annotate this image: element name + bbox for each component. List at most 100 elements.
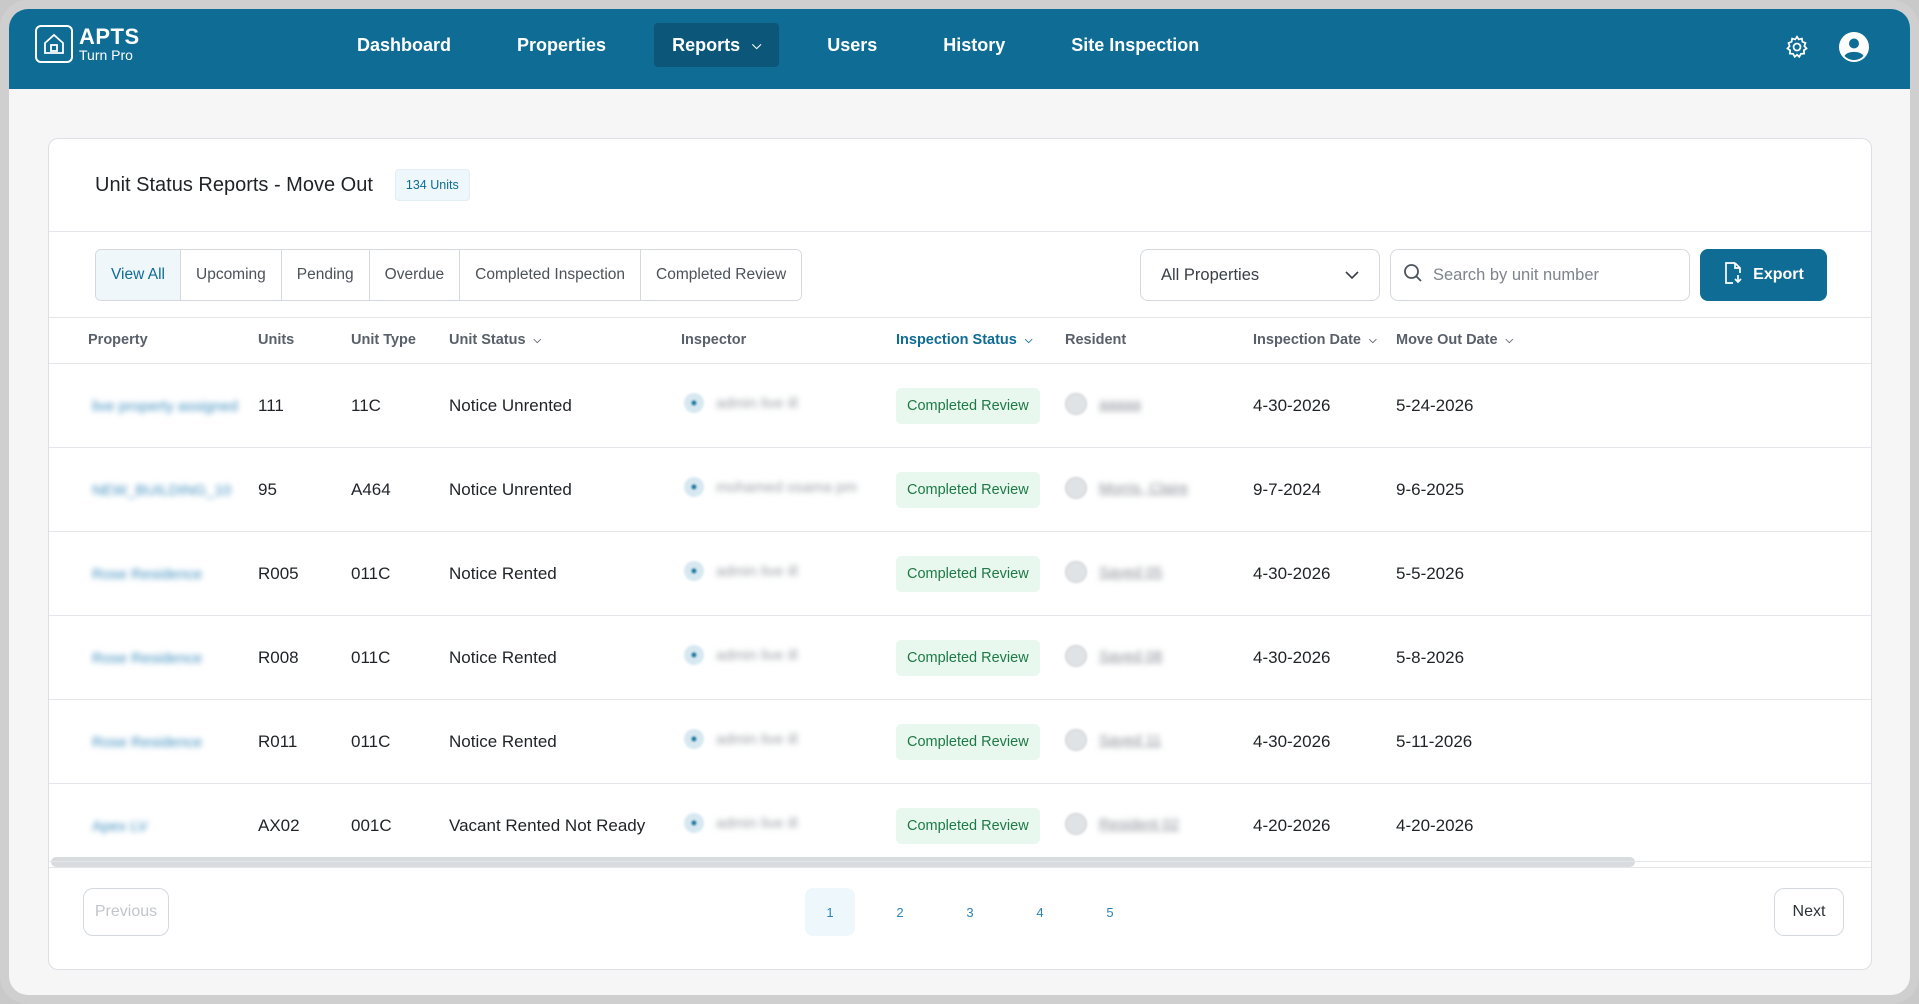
unit-status: Notice Rented: [449, 564, 557, 583]
unit-status: Vacant Rented Not Ready: [449, 816, 646, 835]
status-filter-tabs: View All Upcoming Pending Overdue Comple…: [95, 249, 803, 301]
resident-avatar-icon: [1065, 645, 1087, 667]
inspector-cell: ● admin live ill: [684, 645, 798, 665]
nav-history[interactable]: History: [925, 23, 1023, 67]
export-file-icon: [1723, 261, 1743, 289]
unit-number: 111: [258, 396, 284, 415]
inspector-name: admin live ill: [716, 730, 798, 748]
table-row[interactable]: Rose Residence R005 011C Notice Rented ● admi…: [49, 532, 1871, 616]
property-select[interactable]: All Properties: [1140, 249, 1380, 301]
inspector-user-icon: ●: [684, 729, 704, 749]
col-move-out-date[interactable]: Move Out Date ⌵: [1396, 332, 1513, 348]
table-row[interactable]: Rose Residence R011 011C Notice Rented ● admi…: [49, 700, 1871, 784]
table-row[interactable]: live property assigned 111 11C Notice Unren…: [49, 364, 1871, 448]
inspection-status-badge: Completed Review: [896, 724, 1040, 760]
filter-upcoming[interactable]: Upcoming: [181, 250, 282, 300]
filter-view-all[interactable]: View All: [96, 250, 181, 300]
move-out-date: 9-6-2025: [1396, 480, 1465, 499]
inspection-date: 4-30-2026: [1253, 564, 1331, 583]
inspector-user-icon: ●: [684, 645, 704, 665]
inspector-name: admin live ill: [716, 394, 798, 412]
move-out-date: 4-20-2026: [1396, 816, 1474, 835]
property-link[interactable]: Rose Residence: [92, 734, 202, 751]
col-inspector: Inspector: [681, 332, 746, 348]
col-property: Property: [88, 332, 148, 348]
page-3[interactable]: 3: [945, 888, 995, 936]
inspection-date: 4-30-2026: [1253, 396, 1331, 415]
chevron-down-icon: ⌵: [752, 37, 762, 52]
previous-button[interactable]: Previous: [83, 888, 169, 936]
property-link[interactable]: Apex LV: [92, 818, 148, 835]
col-unit-type-label: Unit Type: [351, 332, 416, 348]
inspection-date: 4-30-2026: [1253, 732, 1331, 751]
property-link[interactable]: Rose Residence: [92, 566, 202, 583]
page-1[interactable]: 1: [805, 888, 855, 936]
property-link[interactable]: NEW_BUILDING_10: [92, 482, 231, 499]
col-property-label: Property: [88, 332, 148, 348]
col-inspection-status[interactable]: Inspection Status ⌵: [896, 332, 1032, 348]
nav-users[interactable]: Users: [809, 23, 895, 67]
report-table: Property Units Unit Type Unit Status ⌵ In…: [49, 318, 1871, 870]
col-inspection-date[interactable]: Inspection Date ⌵: [1253, 332, 1377, 348]
gear-icon[interactable]: [1784, 34, 1810, 65]
nav-reports[interactable]: Reports ⌵: [654, 23, 780, 67]
top-navbar: APTS Turn Pro Dashboard Properties Repor…: [9, 9, 1910, 89]
nav-dashboard-label: Dashboard: [357, 34, 452, 55]
filter-pending[interactable]: Pending: [281, 250, 370, 300]
inspector-cell: ● admin live ill: [684, 561, 798, 581]
next-button[interactable]: Next: [1774, 888, 1844, 936]
page-5[interactable]: 5: [1085, 888, 1135, 936]
col-resident-label: Resident: [1065, 332, 1127, 348]
search-input[interactable]: [1433, 265, 1673, 285]
inspector-cell: ● admin live ill: [684, 813, 798, 833]
nav-dashboard[interactable]: Dashboard: [339, 23, 469, 67]
property-link[interactable]: Rose Residence: [92, 650, 202, 667]
resident-name: Sayed 11: [1099, 731, 1162, 749]
export-label: Export: [1753, 266, 1804, 283]
report-header: Unit Status Reports - Move Out 134 Units: [49, 139, 1871, 232]
resident-cell[interactable]: Morris, Claire: [1065, 477, 1188, 499]
resident-cell[interactable]: Sayed 08: [1065, 645, 1162, 667]
resident-cell[interactable]: Sayed 11: [1065, 729, 1161, 751]
resident-cell[interactable]: aaaaa: [1065, 393, 1141, 415]
pagination: Previous 1 2 3 4 5 Next: [49, 861, 1871, 969]
col-inspection-date-label: Inspection Date: [1253, 332, 1361, 348]
nav-site-inspection[interactable]: Site Inspection: [1053, 23, 1217, 67]
inspector-name: admin live ill: [716, 562, 798, 580]
unit-status: Notice Rented: [449, 732, 557, 751]
table-row[interactable]: NEW_BUILDING_10 95 A464 Notice Unrented ● moh…: [49, 448, 1871, 532]
resident-name: Sayed 05: [1099, 563, 1163, 581]
table-row[interactable]: Apex LV AX02 001C Vacant Rented Not Ready ● a…: [49, 784, 1871, 868]
move-out-date: 5-5-2026: [1396, 564, 1465, 583]
page-2[interactable]: 2: [875, 888, 925, 936]
inspection-date: 4-20-2026: [1253, 816, 1331, 835]
user-avatar-icon[interactable]: [1838, 31, 1870, 68]
resident-name: aaaaa: [1099, 395, 1141, 413]
col-unit-type: Unit Type: [351, 332, 416, 348]
filter-overdue[interactable]: Overdue: [369, 250, 461, 300]
resident-name: Morris, Claire: [1099, 479, 1189, 497]
export-button[interactable]: Export: [1700, 249, 1827, 301]
page-4[interactable]: 4: [1015, 888, 1065, 936]
unit-number: AX02: [258, 816, 300, 835]
filter-completed-review[interactable]: Completed Review: [641, 250, 802, 300]
app-logo[interactable]: APTS Turn Pro: [35, 25, 140, 63]
property-select-value: All Properties: [1161, 265, 1260, 284]
unit-status: Notice Unrented: [449, 480, 572, 499]
filter-completed-inspection[interactable]: Completed Inspection: [460, 250, 642, 300]
app-window: APTS Turn Pro Dashboard Properties Repor…: [0, 0, 1919, 1004]
col-unit-status[interactable]: Unit Status ⌵: [449, 332, 541, 348]
unit-status: Notice Rented: [449, 648, 557, 667]
chevron-down-icon: [1345, 266, 1359, 285]
resident-cell[interactable]: Resident 02: [1065, 813, 1179, 835]
unit-number: R011: [258, 732, 298, 751]
unit-status: Notice Unrented: [449, 396, 572, 415]
nav-reports-label: Reports: [672, 34, 741, 55]
nav-properties[interactable]: Properties: [499, 23, 624, 67]
property-link[interactable]: live property assigned: [92, 398, 238, 415]
resident-cell[interactable]: Sayed 05: [1065, 561, 1162, 583]
unit-number: R005: [258, 564, 299, 583]
resident-name: Sayed 08: [1099, 647, 1163, 665]
inspector-user-icon: ●: [684, 813, 704, 833]
table-row[interactable]: Rose Residence R008 011C Notice Rented ● admi…: [49, 616, 1871, 700]
